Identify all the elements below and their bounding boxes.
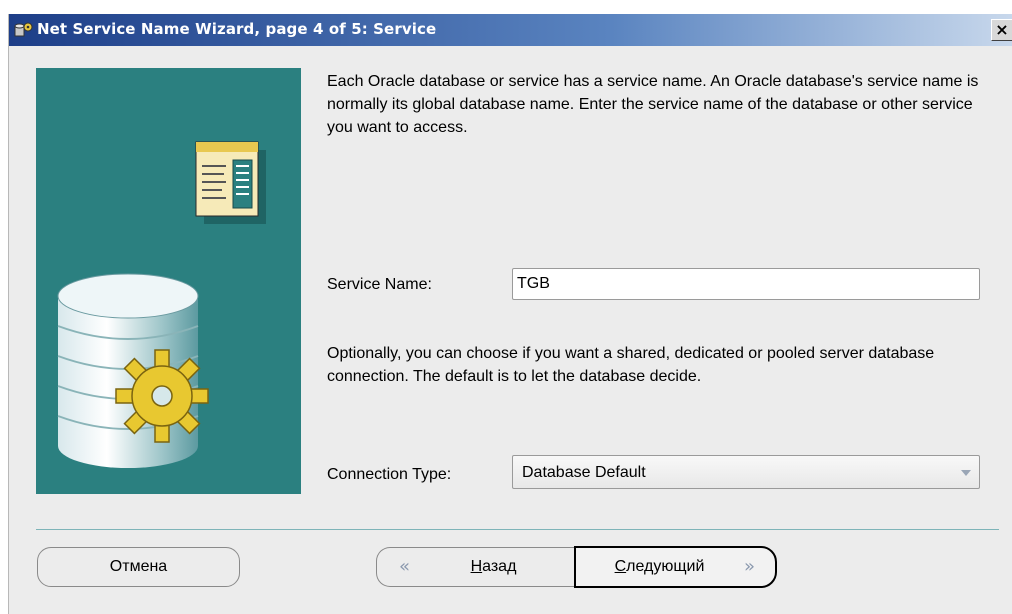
title-bar[interactable]: Net Service Name Wizard, page 4 of 5: Se… xyxy=(9,14,1012,46)
chevron-right-icon: » xyxy=(743,556,755,577)
cancel-label: Отмена xyxy=(109,558,168,575)
service-name-label: Service Name: xyxy=(327,276,432,293)
chevron-left-icon: « xyxy=(399,556,411,577)
close-button[interactable]: × xyxy=(991,19,1012,41)
window-title: Net Service Name Wizard, page 4 of 5: Se… xyxy=(37,20,437,38)
document-icon xyxy=(195,141,266,224)
wizard-window: Net Service Name Wizard, page 4 of 5: Se… xyxy=(8,14,1012,614)
cancel-button[interactable]: Отмена xyxy=(37,547,240,587)
wizard-side-panel xyxy=(36,68,301,494)
connection-type-value: Database Default xyxy=(522,464,646,481)
back-label-rest: азад xyxy=(482,558,517,575)
divider xyxy=(36,529,999,530)
back-mnemonic: Н xyxy=(470,558,483,575)
connection-type-label: Connection Type: xyxy=(327,466,452,483)
service-name-input[interactable] xyxy=(512,268,980,300)
gear-icon xyxy=(115,349,209,443)
connection-type-select[interactable]: Database Default xyxy=(512,455,980,489)
back-label: Назад xyxy=(471,548,517,586)
service-description: Each Oracle database or service has a se… xyxy=(327,73,979,136)
connection-description: Optionally, you can choose if you want a… xyxy=(327,345,935,385)
next-button[interactable]: Следующий » xyxy=(574,546,777,588)
next-label-rest: ледующий xyxy=(626,558,705,575)
back-button[interactable]: « Назад xyxy=(376,547,580,587)
next-mnemonic: С xyxy=(614,558,627,575)
next-label: Следующий xyxy=(615,548,705,586)
wizard-app-icon xyxy=(13,20,35,40)
chevron-down-icon[interactable] xyxy=(961,470,971,476)
